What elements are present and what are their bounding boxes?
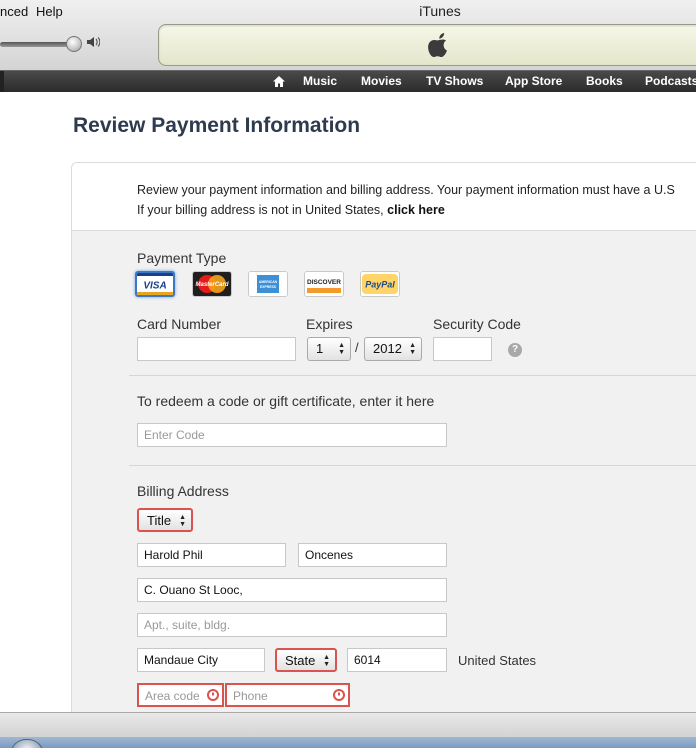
help-icon[interactable]: ? bbox=[508, 343, 522, 357]
expires-month-value: 1 bbox=[316, 341, 324, 356]
state-select[interactable]: State ▲ ▼ bbox=[275, 648, 337, 672]
store-nav: Music Movies TV Shows App Store Books Po… bbox=[0, 70, 696, 93]
nav-item-app-store[interactable]: App Store bbox=[505, 74, 562, 88]
visa-icon: VISA bbox=[137, 273, 173, 295]
mastercard-card-option[interactable]: MasterCard bbox=[192, 271, 232, 297]
zip-input[interactable]: 6014 bbox=[347, 648, 447, 672]
phone-placeholder: Phone bbox=[233, 689, 268, 703]
itunes-toolbar: nced Help iTunes bbox=[0, 0, 696, 70]
city-input[interactable]: Mandaue City bbox=[137, 648, 265, 672]
discover-card-option[interactable]: DISCOVER bbox=[304, 271, 344, 297]
nav-item-books[interactable]: Books bbox=[586, 74, 623, 88]
intro-text-line2: If your billing address is not in United… bbox=[137, 203, 445, 217]
paypal-icon: PayPal bbox=[361, 272, 399, 296]
expires-label: Expires bbox=[306, 316, 353, 332]
stepper-arrows-icon: ▲ ▼ bbox=[323, 654, 330, 668]
stepper-arrows-icon: ▲ ▼ bbox=[338, 342, 345, 356]
discover-icon: DISCOVER bbox=[305, 272, 343, 296]
phone-input[interactable]: Phone bbox=[225, 683, 350, 707]
svg-text:MasterCard: MasterCard bbox=[195, 282, 228, 288]
home-icon[interactable] bbox=[272, 75, 286, 93]
status-display bbox=[158, 24, 696, 66]
window-title: iTunes bbox=[419, 3, 461, 19]
speaker-icon bbox=[86, 36, 101, 51]
billing-address-label: Billing Address bbox=[137, 483, 229, 499]
paypal-card-option[interactable]: PayPal bbox=[360, 271, 400, 297]
svg-text:PayPal: PayPal bbox=[365, 280, 395, 290]
stepper-arrows-icon: ▲ ▼ bbox=[179, 514, 186, 528]
nav-item-music[interactable]: Music bbox=[303, 74, 337, 88]
nav-item-tv-shows[interactable]: TV Shows bbox=[426, 74, 483, 88]
card-number-label: Card Number bbox=[137, 316, 222, 332]
payment-panel: Review your payment information and bill… bbox=[71, 162, 696, 722]
card-number-input[interactable] bbox=[137, 337, 296, 361]
security-code-label: Security Code bbox=[433, 316, 521, 332]
redeem-code-input[interactable]: Enter Code bbox=[137, 423, 447, 447]
svg-text:DISCOVER: DISCOVER bbox=[307, 279, 341, 286]
title-select[interactable]: Title ▲ ▼ bbox=[137, 508, 193, 532]
payment-type-label: Payment Type bbox=[137, 250, 227, 266]
expires-year-value: 2012 bbox=[373, 341, 402, 356]
volume-slider-knob[interactable] bbox=[66, 36, 82, 52]
intro-text-prefix: If your billing address is not in United… bbox=[137, 203, 388, 217]
visa-card-option[interactable]: VISA bbox=[135, 271, 175, 297]
amex-card-option[interactable]: AMERICAN EXPRESS bbox=[248, 271, 288, 297]
section-divider bbox=[129, 375, 696, 376]
country-text: United States bbox=[458, 653, 537, 668]
page-title: Review Payment Information bbox=[73, 114, 361, 137]
mastercard-icon: MasterCard bbox=[193, 272, 231, 296]
intro-text-line1: Review your payment information and bill… bbox=[137, 183, 675, 197]
security-code-input[interactable] bbox=[433, 337, 492, 361]
apple-icon bbox=[427, 31, 451, 66]
apt-suite-input[interactable]: Apt., suite, bldg. bbox=[137, 613, 447, 637]
title-select-value: Title bbox=[147, 513, 172, 528]
nav-item-movies[interactable]: Movies bbox=[361, 74, 402, 88]
expires-year-select[interactable]: 2012 ▲ ▼ bbox=[364, 337, 422, 361]
section-divider bbox=[129, 465, 696, 466]
windows-taskbar bbox=[0, 737, 696, 748]
area-code-placeholder: Area code bbox=[145, 689, 200, 703]
area-code-input[interactable]: Area code bbox=[137, 683, 224, 707]
redeem-label: To redeem a code or gift certificate, en… bbox=[137, 393, 435, 409]
first-name-input[interactable]: Harold Phil bbox=[137, 543, 286, 567]
street-address-input[interactable]: C. Ouano St Looc, bbox=[137, 578, 447, 602]
nav-item-podcasts[interactable]: Podcasts bbox=[645, 74, 696, 88]
last-name-input[interactable]: Oncenes bbox=[298, 543, 447, 567]
expires-month-select[interactable]: 1 ▲ ▼ bbox=[307, 337, 351, 361]
svg-text:EXPRESS: EXPRESS bbox=[260, 285, 277, 289]
error-icon bbox=[333, 689, 345, 701]
svg-text:AMERICAN: AMERICAN bbox=[259, 280, 278, 284]
error-icon bbox=[207, 689, 219, 701]
store-content: Review Payment Information Review your p… bbox=[0, 92, 696, 722]
stepper-arrows-icon: ▲ ▼ bbox=[409, 342, 416, 356]
amex-icon: AMERICAN EXPRESS bbox=[249, 272, 287, 296]
nav-left-edge bbox=[0, 71, 4, 93]
expires-separator: / bbox=[355, 340, 359, 355]
svg-text:VISA: VISA bbox=[143, 281, 166, 292]
click-here-link[interactable]: click here bbox=[387, 203, 445, 217]
intro-box: Review your payment information and bill… bbox=[72, 163, 696, 231]
state-select-value: State bbox=[285, 653, 316, 668]
